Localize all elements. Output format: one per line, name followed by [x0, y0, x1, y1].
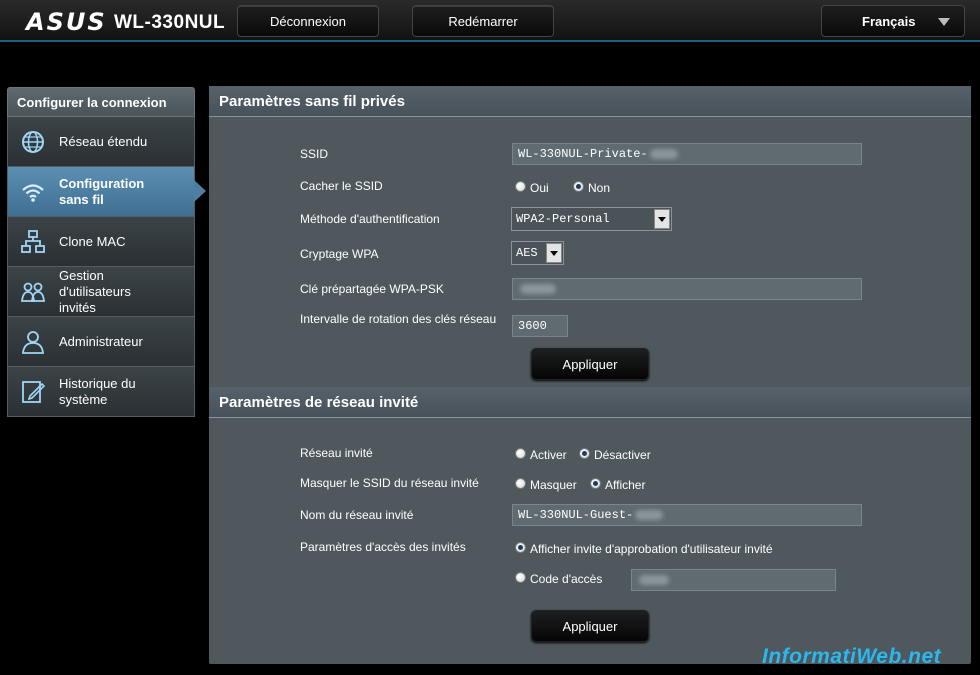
sidebar-item-label: Administrateur: [59, 333, 143, 349]
chevron-down-icon: [546, 243, 562, 263]
users-icon: [20, 282, 46, 302]
main-panel: Paramètres sans fil privés SSID WL-330NU…: [209, 86, 971, 664]
guest-show-radio[interactable]: [590, 478, 601, 489]
wpa-encryption-select[interactable]: AES: [511, 241, 564, 265]
sidebar-item-label: Clone MAC: [59, 233, 126, 249]
ssid-label: SSID: [300, 147, 329, 161]
guest-network-label: Réseau invité: [300, 446, 373, 460]
key-rotation-label: Intervalle de rotation des clés réseau: [300, 312, 497, 326]
sidebar-item-system-log[interactable]: Historique du système: [7, 367, 195, 417]
network-icon: [21, 230, 45, 253]
user-icon: [22, 331, 44, 354]
guest-disable-radio[interactable]: [579, 448, 590, 459]
sidebar-item-mac-clone[interactable]: Clone MAC: [7, 217, 195, 267]
guest-mask-ssid-label: Masquer le SSID du réseau invité: [300, 476, 479, 490]
guest-access-code-radio[interactable]: [515, 572, 526, 583]
hide-ssid-label: Cacher le SSID: [300, 179, 383, 193]
guest-mask-radio[interactable]: [515, 478, 526, 489]
log-icon: [22, 381, 46, 403]
redacted-mark: [635, 510, 664, 520]
hide-ssid-no-label: Non: [588, 181, 611, 195]
auth-method-select[interactable]: WPA2-Personal: [511, 207, 672, 231]
reboot-button[interactable]: Redémarrer: [412, 5, 554, 37]
language-value: Français: [862, 13, 916, 29]
sidebar-title: Configurer la connexion: [7, 87, 195, 117]
ssid-input[interactable]: WL-330NUL-Private-: [512, 143, 862, 165]
sidebar-item-wan[interactable]: Réseau étendu: [7, 117, 195, 167]
top-bar-divider: [0, 40, 980, 42]
globe-icon: [22, 131, 44, 153]
sidebar: Configurer la connexion Réseau étendu Co…: [7, 87, 206, 417]
watermark: InformatiWeb.net: [762, 645, 942, 668]
apply-guest-button[interactable]: Appliquer: [531, 610, 649, 642]
redacted-mark: [649, 149, 678, 159]
key-rotation-input[interactable]: 3600: [512, 315, 568, 337]
guest-access-label: Paramètres d'accès des invités: [300, 540, 466, 554]
logout-button[interactable]: Déconnexion: [237, 5, 379, 37]
psk-input[interactable]: [512, 278, 862, 300]
guest-name-input[interactable]: WL-330NUL-Guest-: [512, 504, 862, 526]
private-section-title: Paramètres sans fil privés: [209, 86, 971, 116]
sidebar-item-label: Gestion d'utilisateurs invités: [59, 267, 131, 315]
model-name: WL-330NUL: [114, 12, 226, 33]
guest-enable-radio[interactable]: [515, 448, 526, 459]
sidebar-item-guest-users[interactable]: Gestion d'utilisateurs invités: [7, 267, 195, 317]
language-select[interactable]: Français: [821, 5, 965, 37]
hide-ssid-no-radio[interactable]: [573, 181, 584, 192]
asus-logo: ASUS: [26, 8, 107, 36]
auth-method-label: Méthode d'authentification: [300, 212, 440, 226]
sidebar-item-label: Historique du système: [59, 375, 136, 407]
guest-access-approval-label: Afficher invite d'approbation d'utilisat…: [530, 542, 773, 556]
hide-ssid-yes-radio[interactable]: [515, 181, 526, 192]
redacted-mark: [520, 284, 556, 294]
apply-private-button[interactable]: Appliquer: [531, 348, 649, 380]
guest-show-label: Afficher: [605, 478, 646, 492]
guest-access-approval-radio[interactable]: [515, 542, 526, 553]
section-divider: [209, 417, 971, 418]
sidebar-item-wireless[interactable]: Configuration sans fil: [7, 167, 206, 217]
redacted-mark: [639, 575, 669, 585]
wpa-encryption-label: Cryptage WPA: [300, 247, 379, 261]
guest-section-title: Paramètres de réseau invité: [209, 387, 971, 417]
guest-mask-label: Masquer: [530, 478, 577, 492]
guest-name-label: Nom du réseau invité: [300, 508, 414, 522]
section-divider: [209, 116, 971, 117]
sidebar-item-label: Configuration sans fil: [59, 175, 145, 207]
sidebar-item-admin[interactable]: Administrateur: [7, 317, 195, 367]
chevron-down-icon: [654, 209, 670, 229]
guest-enable-label: Activer: [530, 448, 567, 462]
sidebar-item-label: Réseau étendu: [59, 133, 148, 149]
guest-access-code-label: Code d'accès: [530, 572, 603, 586]
psk-label: Clé prépartagée WPA-PSK: [300, 282, 444, 296]
guest-access-code-input[interactable]: [631, 569, 836, 591]
chevron-down-icon: [938, 18, 950, 26]
hide-ssid-yes-label: Oui: [530, 181, 549, 195]
guest-disable-label: Désactiver: [594, 448, 651, 462]
wifi-icon: [22, 184, 44, 202]
